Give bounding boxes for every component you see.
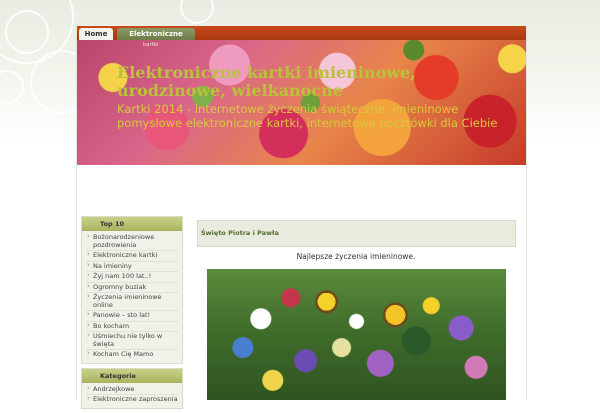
widget-categories: Kategorie Andrzejkowe Elektroniczne zapr… [81, 367, 183, 409]
list-item[interactable]: Życzenia imieninowe online [86, 293, 178, 311]
site-title[interactable]: Elektroniczne kartki imieninowe, urodzin… [117, 64, 517, 100]
list-item[interactable]: Żyj nam 100 lat..! [86, 272, 178, 283]
decor-ring [0, 70, 24, 104]
decor-ring [180, 0, 214, 24]
decor-ring [5, 10, 49, 54]
list-item[interactable]: Panowie – sto lat! [86, 311, 178, 322]
list-item[interactable]: Na imieniny [86, 262, 178, 272]
top10-list: Bożonarodzeniowe pozdrowienia Elektronic… [82, 231, 182, 363]
widget-title: Kategorie [82, 368, 182, 383]
list-item[interactable]: Andrzejkowe [86, 385, 178, 395]
categories-list: Andrzejkowe Elektroniczne zaproszenia [82, 383, 182, 408]
list-item[interactable]: Ogromny buziak [86, 283, 178, 293]
widget-top10: Top 10 Bożonarodzeniowe pozdrowienia Ele… [81, 216, 183, 364]
page-container: Home Elektroniczne kartki Elektroniczne … [76, 26, 527, 409]
post-title-bar: Święto Piotra i Pawła [197, 220, 516, 247]
list-item[interactable]: Uśmiechu nie tylko w święta [86, 332, 178, 350]
list-item[interactable]: Bo kocham [86, 322, 178, 332]
tab-caption: kartki [143, 42, 159, 48]
list-item[interactable]: Elektroniczne kartki [86, 251, 178, 262]
tab-home[interactable]: Home [79, 28, 113, 40]
tab-elektroniczne-kartki[interactable]: Elektroniczne [117, 28, 195, 40]
header-banner: kartki Elektroniczne kartki imieninowe, … [77, 40, 526, 165]
list-item[interactable]: Kocham Cię Mamo [86, 350, 178, 360]
list-item[interactable]: Bożonarodzeniowe pozdrowienia [86, 233, 178, 251]
widget-title: Top 10 [82, 217, 182, 231]
site-description: Kartki 2014 - internetowe życzenia świąt… [117, 102, 498, 130]
post-title[interactable]: Święto Piotra i Pawła [201, 229, 279, 237]
top-nav-bar: Home Elektroniczne [77, 26, 526, 40]
sidebar: Top 10 Bożonarodzeniowe pozdrowienia Ele… [81, 216, 183, 413]
post-text: Najlepsze życzenia imieninowe. [296, 252, 416, 261]
post-image-flowers [207, 269, 506, 400]
